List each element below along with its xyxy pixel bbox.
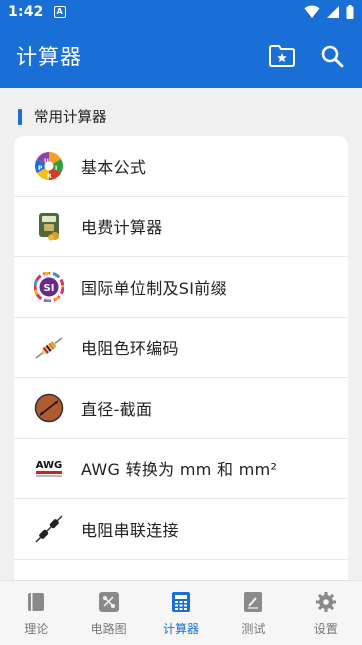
search-button[interactable] bbox=[318, 42, 346, 70]
list-item-series-resistors[interactable]: 电阻串联连接 bbox=[14, 499, 348, 560]
ohms-law-wheel-icon: U P I R bbox=[34, 151, 64, 181]
svg-text:I: I bbox=[55, 165, 57, 172]
list-item-resistor-color[interactable]: 电阻色环编码 bbox=[14, 318, 348, 378]
list-item-si-units[interactable]: SI 国际单位制及SI前缀 bbox=[14, 257, 348, 318]
status-bar: 1:42 A bbox=[0, 0, 362, 24]
nav-label: 理论 bbox=[24, 622, 49, 636]
notification-icon: A bbox=[53, 6, 66, 18]
list-item-label: 国际单位制及SI前缀 bbox=[81, 278, 227, 298]
list-item-label: 电阻串联连接 bbox=[81, 520, 179, 540]
nav-item-settings[interactable]: 设置 bbox=[290, 581, 362, 645]
page-title: 计算器 bbox=[16, 45, 82, 69]
calculator-list: U P I R 基本公式 电费计算器 SI 国际单位制及SI前缀 电阻色环编码 … bbox=[14, 136, 348, 606]
circuit-icon bbox=[98, 591, 120, 613]
wire-diameter-icon bbox=[34, 393, 64, 423]
list-item-electricity-cost[interactable]: 电费计算器 bbox=[14, 197, 348, 257]
nav-label: 电路图 bbox=[90, 622, 127, 636]
section-accent-bar bbox=[18, 108, 22, 125]
nav-item-circuits[interactable]: 电路图 bbox=[72, 581, 144, 645]
list-item-awg-conversion[interactable]: AWG AWG 转换为 mm 和 mm² bbox=[14, 439, 348, 499]
test-icon bbox=[242, 591, 264, 613]
series-resistors-icon bbox=[34, 514, 64, 544]
list-item-label: 基本公式 bbox=[81, 157, 147, 177]
list-item-diameter-section[interactable]: 直径-截面 bbox=[14, 378, 348, 439]
folder-star-icon bbox=[269, 45, 295, 67]
book-icon bbox=[25, 591, 47, 613]
search-icon bbox=[321, 45, 344, 68]
awg-icon: AWG bbox=[34, 453, 64, 483]
list-item-label: 电阻色环编码 bbox=[81, 339, 179, 359]
calculator-icon bbox=[170, 591, 192, 613]
list-item-basic-formulas[interactable]: U P I R 基本公式 bbox=[14, 136, 348, 197]
signal-icon bbox=[327, 6, 339, 18]
battery-icon bbox=[346, 5, 354, 19]
nav-label: 计算器 bbox=[163, 622, 200, 636]
nav-item-theory[interactable]: 理论 bbox=[0, 581, 72, 645]
svg-text:R: R bbox=[47, 173, 52, 180]
list-item-label: 直径-截面 bbox=[81, 399, 153, 419]
list-item-label: AWG 转换为 mm 和 mm² bbox=[81, 460, 278, 480]
section-title: 常用计算器 bbox=[34, 110, 107, 126]
si-units-icon: SI bbox=[34, 271, 64, 302]
nav-label: 设置 bbox=[313, 622, 338, 636]
bottom-nav: 理论 电路图 计算器 测试 设置 bbox=[0, 580, 362, 645]
svg-text:U: U bbox=[44, 158, 49, 165]
svg-text:P: P bbox=[38, 165, 43, 172]
nav-item-test[interactable]: 测试 bbox=[217, 581, 289, 645]
list-item-label: 电费计算器 bbox=[81, 218, 163, 238]
nav-item-calculator[interactable]: 计算器 bbox=[145, 581, 217, 645]
svg-text:SI: SI bbox=[44, 283, 55, 294]
resistor-color-icon bbox=[34, 332, 64, 362]
section-header: 常用计算器 bbox=[18, 106, 107, 127]
gear-icon bbox=[315, 591, 337, 613]
favorites-button[interactable] bbox=[268, 42, 296, 70]
wifi-icon bbox=[304, 5, 320, 18]
status-icons bbox=[304, 5, 354, 19]
awg-icon-text: AWG bbox=[36, 460, 63, 471]
nav-label: 测试 bbox=[241, 622, 266, 636]
app-bar: 计算器 bbox=[0, 24, 362, 88]
electricity-meter-icon bbox=[34, 211, 64, 241]
status-time: 1:42 bbox=[8, 4, 44, 20]
